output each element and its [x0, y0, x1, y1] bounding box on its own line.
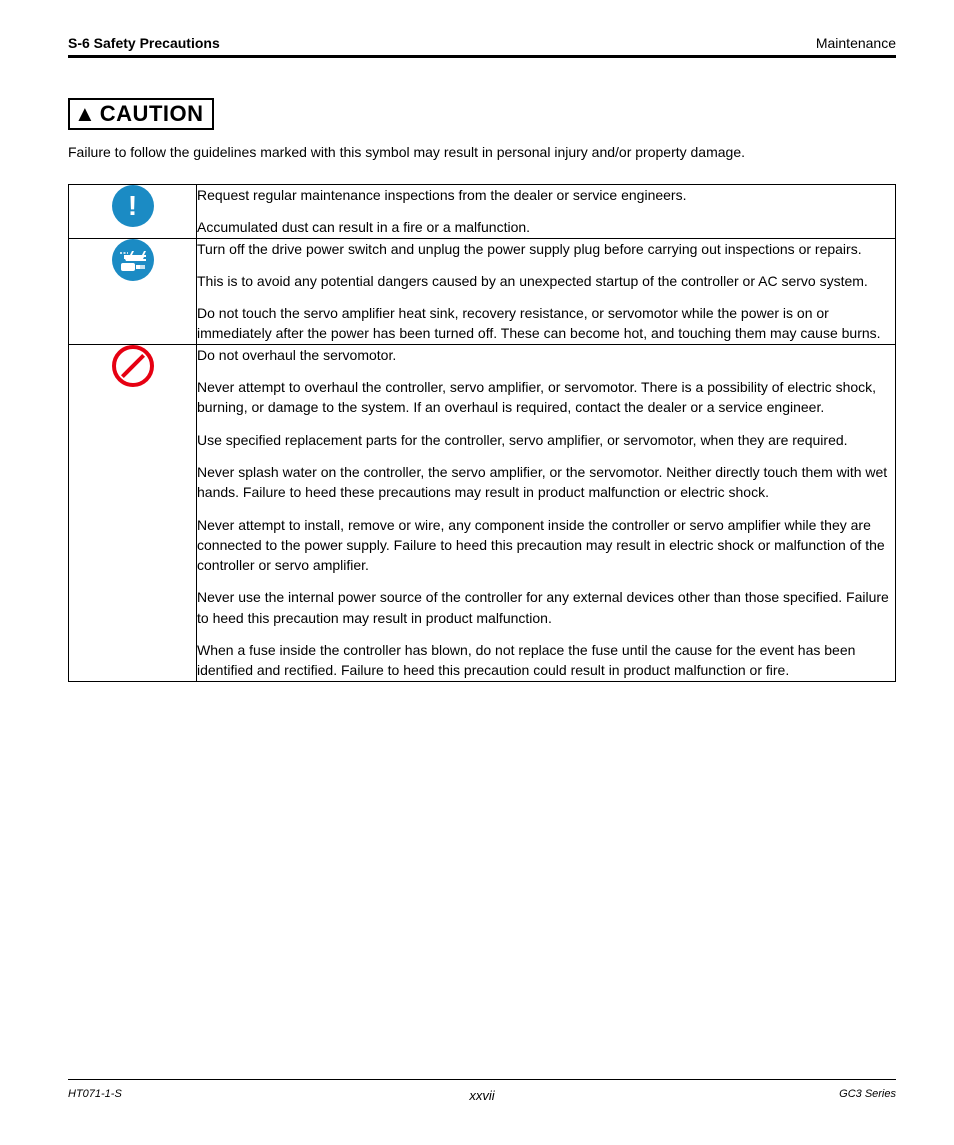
mandatory-action-icon: ! [112, 185, 154, 227]
paragraph: Use specified replacement parts for the … [197, 430, 895, 450]
header-left: S-6 Safety Precautions [68, 35, 220, 51]
unplug-power-icon [112, 239, 154, 281]
text-cell: Request regular maintenance inspections … [197, 185, 896, 239]
paragraph: Accumulated dust can result in a fire or… [197, 217, 895, 237]
footer-doc-id: HT071-1-S [68, 1088, 122, 1100]
icon-cell: ! [69, 185, 197, 239]
paragraph: Do not overhaul the servomotor. [197, 345, 895, 365]
page-header: S-6 Safety Precautions Maintenance [68, 35, 896, 51]
icon-cell [69, 344, 197, 681]
paragraph: This is to avoid any potential dangers c… [197, 271, 895, 291]
caution-description: Failure to follow the guidelines marked … [68, 144, 896, 160]
text-cell: Turn off the drive power switch and unpl… [197, 238, 896, 344]
paragraph: Do not touch the servo amplifier heat si… [197, 303, 895, 344]
footer-series: GC3 Series [839, 1088, 896, 1100]
table-row: ! Request regular maintenance inspection… [69, 185, 896, 239]
header-right: Maintenance [816, 35, 896, 51]
text-cell: Do not overhaul the servomotor. Never at… [197, 344, 896, 681]
icon-cell [69, 238, 197, 344]
paragraph: Never attempt to install, remove or wire… [197, 515, 895, 576]
paragraph: Never attempt to overhaul the controller… [197, 377, 895, 418]
page-footer: HT071-1-S xxvii GC3 Series [68, 1079, 896, 1100]
prohibition-icon [112, 345, 154, 387]
paragraph: When a fuse inside the controller has bl… [197, 640, 895, 681]
footer-rule [68, 1079, 896, 1080]
paragraph: Request regular maintenance inspections … [197, 185, 895, 205]
footer-page-number: xxvii [469, 1088, 494, 1103]
paragraph: Turn off the drive power switch and unpl… [197, 239, 895, 259]
paragraph: Never splash water on the controller, th… [197, 462, 895, 503]
warning-triangle-icon: ▲ [74, 103, 96, 125]
exclamation-icon: ! [128, 192, 137, 220]
paragraph: Never use the internal power source of t… [197, 587, 895, 628]
caution-signal-word: CAUTION [100, 103, 204, 125]
table-row: Turn off the drive power switch and unpl… [69, 238, 896, 344]
table-row: Do not overhaul the servomotor. Never at… [69, 344, 896, 681]
caution-signal-box: ▲ CAUTION [68, 98, 214, 130]
safety-table: ! Request regular maintenance inspection… [68, 184, 896, 682]
header-rule [68, 55, 896, 58]
